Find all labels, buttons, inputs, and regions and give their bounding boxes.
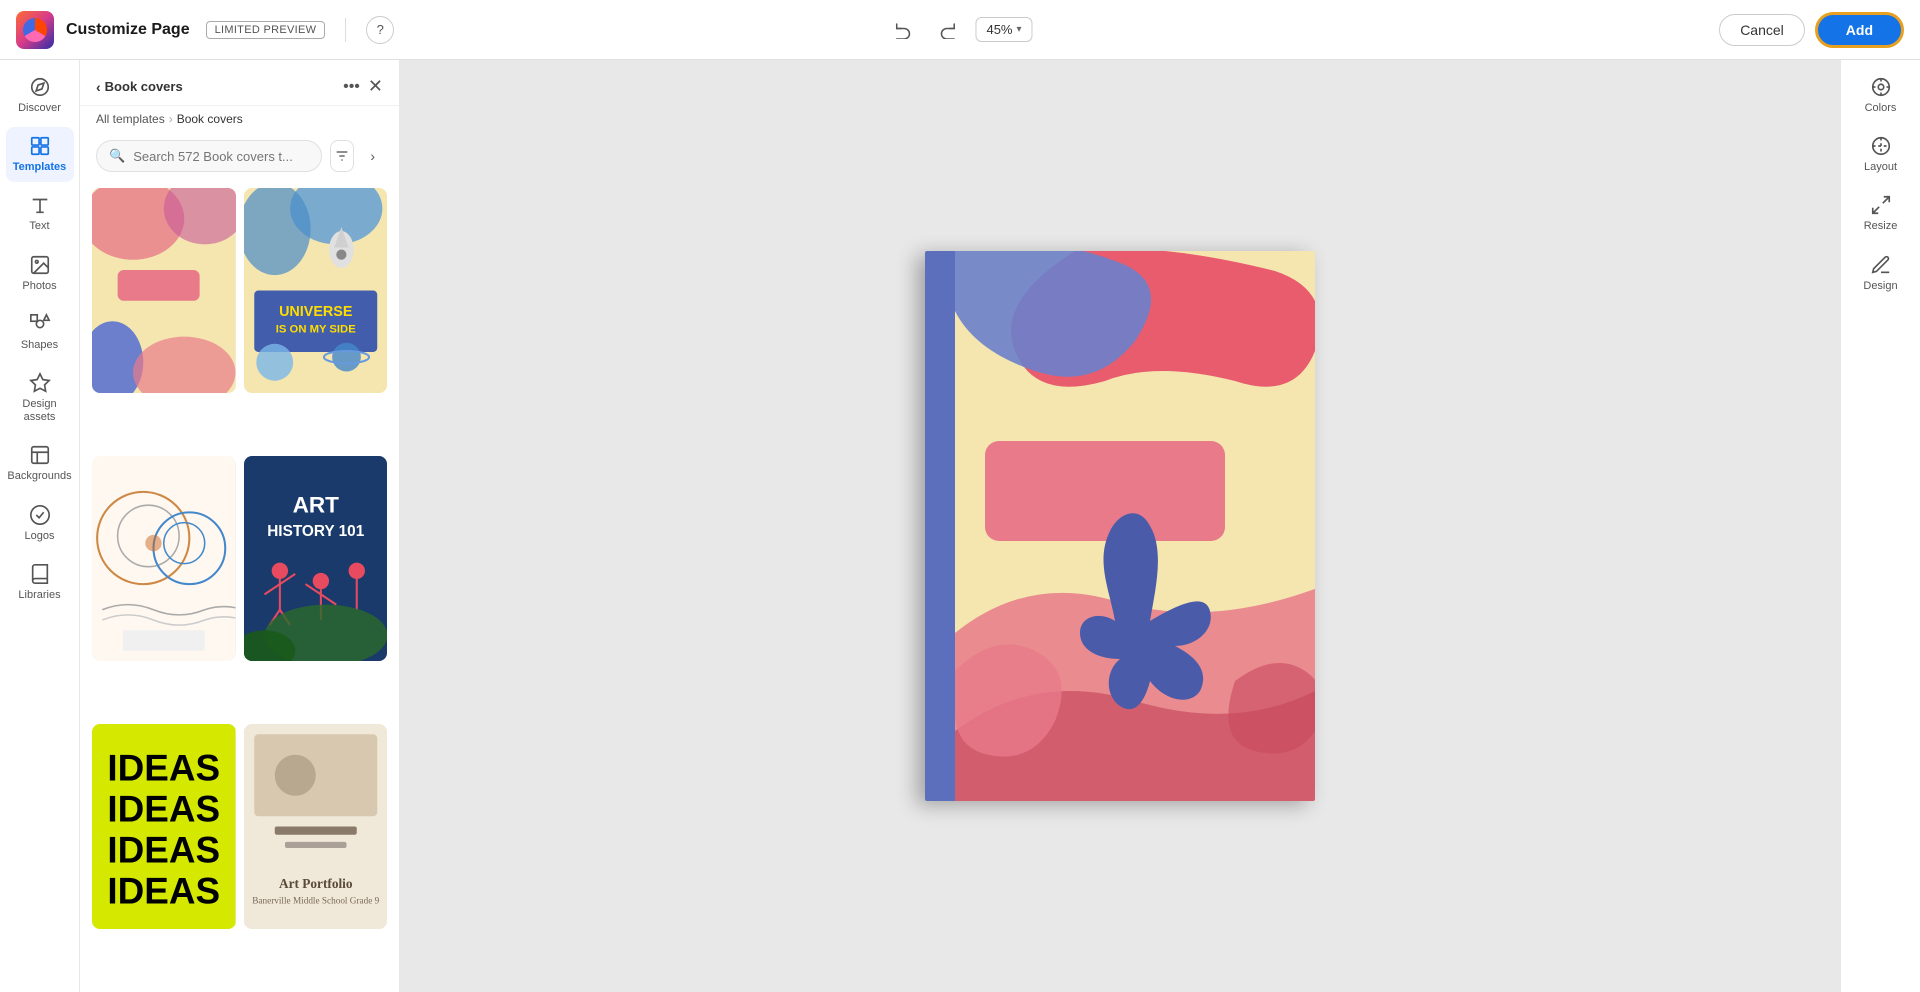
svg-text:IDEAS: IDEAS (107, 788, 220, 829)
sidebar-item-backgrounds[interactable]: Backgrounds (6, 436, 74, 491)
zoom-selector[interactable]: 45% ▾ (975, 17, 1032, 42)
canvas-area (400, 60, 1840, 992)
templates-label: Templates (13, 161, 67, 174)
libraries-label: Libraries (18, 589, 60, 602)
text-icon (29, 194, 51, 216)
svg-text:Art Portfolio: Art Portfolio (278, 876, 352, 891)
photos-label: Photos (22, 280, 56, 293)
design-icon (1870, 254, 1892, 276)
sidebar-item-photos[interactable]: Photos (6, 246, 74, 301)
book-preview (925, 251, 1315, 801)
search-bar: 🔍 › (80, 132, 399, 180)
sidebar-item-layout[interactable]: Layout (1847, 127, 1915, 182)
sidebar-item-libraries[interactable]: Libraries (6, 555, 74, 610)
breadcrumb-parent-link[interactable]: All templates (96, 112, 165, 126)
topbar: Customize Page LIMITED PREVIEW ? 45% ▾ C… (0, 0, 1920, 60)
right-sidebar: Colors Layout Resize Design (1840, 60, 1920, 992)
panel-header: ‹ Book covers ••• ✕ (80, 60, 399, 106)
undo-button[interactable] (887, 14, 919, 46)
sidebar-item-colors[interactable]: Colors (1847, 68, 1915, 123)
compass-icon (29, 76, 51, 98)
backgrounds-label: Backgrounds (7, 470, 71, 483)
app-logo (16, 11, 54, 49)
svg-text:HISTORY 101: HISTORY 101 (267, 523, 364, 540)
svg-text:IDEAS: IDEAS (107, 747, 220, 788)
resize-label: Resize (1864, 220, 1898, 233)
svg-text:IS ON MY SIDE: IS ON MY SIDE (275, 324, 355, 336)
template-card[interactable]: IDEAS IDEAS IDEAS IDEAS (92, 724, 236, 929)
breadcrumb-separator: › (169, 112, 173, 126)
templates-grid: UNIVERSE IS ON MY SIDE (80, 180, 399, 992)
sidebar-item-text[interactable]: Text (6, 186, 74, 241)
shapes-icon (29, 313, 51, 335)
layout-icon (1870, 135, 1892, 157)
sidebar-item-templates[interactable]: Templates (6, 127, 74, 182)
libraries-icon (29, 563, 51, 585)
book-cover (955, 251, 1315, 801)
design-label: Design (1863, 280, 1897, 293)
sidebar-item-logos[interactable]: Logos (6, 496, 74, 551)
topbar-divider (345, 18, 346, 42)
svg-text:IDEAS: IDEAS (107, 870, 220, 911)
templates-panel: ‹ Book covers ••• ✕ All templates › Book… (80, 60, 400, 992)
topbar-center-controls: 45% ▾ (887, 14, 1032, 46)
zoom-value: 45% (986, 22, 1012, 37)
sidebar-item-design[interactable]: Design (1847, 246, 1915, 301)
svg-text:Banerville Middle School Grade: Banerville Middle School Grade 9 (252, 895, 379, 905)
cancel-button[interactable]: Cancel (1719, 14, 1805, 46)
design-assets-label: Design assets (10, 398, 70, 424)
search-input-wrap: 🔍 (96, 140, 322, 172)
layout-label: Layout (1864, 161, 1897, 174)
breadcrumb: All templates › Book covers (80, 106, 399, 132)
back-arrow-icon: ‹ (96, 79, 101, 95)
resize-icon (1870, 194, 1892, 216)
panel-title: Book covers (105, 79, 183, 94)
backgrounds-icon (29, 444, 51, 466)
svg-text:IDEAS: IDEAS (107, 829, 220, 870)
discover-label: Discover (18, 102, 61, 115)
topbar-right-controls: Cancel Add (1719, 12, 1904, 48)
app-title: Customize Page (66, 21, 190, 39)
preview-badge: LIMITED PREVIEW (206, 21, 326, 39)
logos-label: Logos (25, 530, 55, 543)
zoom-chevron-icon: ▾ (1017, 24, 1022, 35)
design-assets-icon (29, 372, 51, 394)
colors-icon (1870, 76, 1892, 98)
template-card[interactable] (92, 456, 236, 661)
panel-close-button[interactable]: ✕ (368, 76, 383, 97)
left-sidebar: Discover Templates Text Photos Shapes (0, 60, 80, 992)
template-card[interactable]: Art Portfolio Banerville Middle School G… (244, 724, 388, 929)
panel-back-button[interactable]: ‹ Book covers (96, 79, 183, 95)
help-button[interactable]: ? (366, 16, 394, 44)
text-label: Text (29, 220, 49, 233)
breadcrumb-current: Book covers (177, 112, 243, 126)
filter-button[interactable] (330, 140, 354, 172)
book-spine (925, 251, 955, 801)
sidebar-item-resize[interactable]: Resize (1847, 186, 1915, 241)
search-input[interactable] (133, 149, 309, 164)
svg-text:UNIVERSE: UNIVERSE (279, 304, 352, 320)
photos-icon (29, 254, 51, 276)
panel-more-button[interactable]: ••• (343, 78, 360, 96)
template-card[interactable] (92, 188, 236, 393)
logos-icon (29, 504, 51, 526)
colors-label: Colors (1865, 102, 1897, 115)
redo-button[interactable] (931, 14, 963, 46)
search-icon: 🔍 (109, 148, 125, 164)
sidebar-item-shapes[interactable]: Shapes (6, 305, 74, 360)
expand-panel-button[interactable]: › (362, 142, 383, 170)
main-layout: Discover Templates Text Photos Shapes (0, 60, 1920, 992)
svg-text:ART: ART (292, 492, 339, 517)
add-button[interactable]: Add (1815, 12, 1904, 48)
template-card[interactable]: ART HISTORY 101 (244, 456, 388, 661)
shapes-label: Shapes (21, 339, 58, 352)
sidebar-item-design-assets[interactable]: Design assets (6, 364, 74, 432)
template-card[interactable]: UNIVERSE IS ON MY SIDE (244, 188, 388, 393)
templates-icon (29, 135, 51, 157)
sidebar-item-discover[interactable]: Discover (6, 68, 74, 123)
